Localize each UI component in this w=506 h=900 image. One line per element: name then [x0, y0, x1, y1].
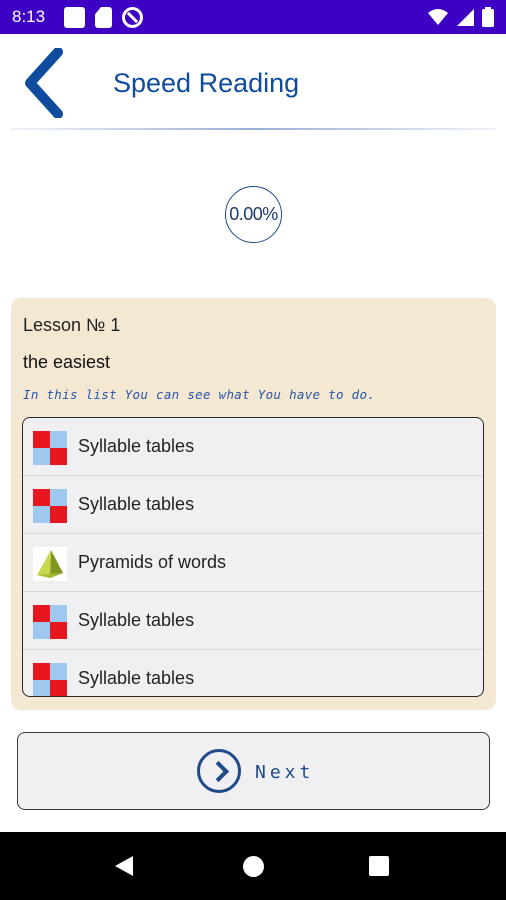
status-bar: 8:13	[0, 0, 506, 34]
syllable-table-icon	[33, 663, 67, 696]
exercise-label: Syllable tables	[78, 668, 195, 688]
exercise-item-pyramids-of-words[interactable]: Pyramids of words	[23, 534, 483, 592]
wifi-icon	[428, 9, 448, 25]
status-system-icons	[428, 7, 494, 27]
back-button[interactable]	[14, 47, 74, 119]
exercise-list[interactable]: Syllable tables Syllable tables Pyramids…	[22, 417, 484, 697]
lesson-card: Lesson № 1 the easiest In this list You …	[11, 298, 496, 710]
syllable-table-icon	[33, 431, 67, 465]
sd-card-icon	[95, 7, 112, 28]
status-time: 8:13	[12, 7, 46, 26]
page-title: Speed Reading	[113, 68, 300, 98]
exercise-item-syllable-tables[interactable]: Syllable tables	[23, 418, 483, 476]
progress-text: 0.00%	[229, 204, 278, 224]
exercise-item-syllable-tables[interactable]: Syllable tables	[23, 650, 483, 696]
exercise-label: Syllable tables	[78, 436, 195, 456]
progress-indicator: 0.00%	[225, 186, 282, 243]
pyramid-icon	[33, 547, 67, 581]
do-not-disturb-icon	[122, 7, 143, 28]
nav-back-icon[interactable]	[115, 856, 133, 876]
nav-home-icon[interactable]	[243, 856, 264, 877]
syllable-table-icon	[33, 605, 67, 639]
lesson-subtitle: the easiest	[23, 352, 111, 372]
status-notification-icons	[64, 7, 143, 28]
square-notification-icon	[64, 7, 85, 28]
lesson-instruction: In this list You can see what You have t…	[23, 387, 376, 402]
navigation-bar	[0, 832, 506, 900]
exercise-item-syllable-tables[interactable]: Syllable tables	[23, 592, 483, 650]
exercise-item-syllable-tables[interactable]: Syllable tables	[23, 476, 483, 534]
lesson-number: Lesson № 1	[23, 315, 121, 335]
app-bar: Speed Reading	[0, 34, 506, 132]
exercise-label: Syllable tables	[78, 494, 195, 514]
chevron-right-circle-icon	[197, 749, 241, 793]
signal-icon	[457, 9, 474, 26]
next-button[interactable]: Next	[17, 732, 490, 810]
chevron-left-icon	[25, 47, 63, 119]
header-divider	[10, 128, 496, 130]
exercise-label: Syllable tables	[78, 610, 195, 630]
nav-recents-icon[interactable]	[369, 856, 389, 876]
next-label: Next	[255, 762, 315, 783]
battery-icon	[482, 7, 494, 27]
syllable-table-icon	[33, 489, 67, 523]
exercise-label: Pyramids of words	[78, 552, 227, 572]
